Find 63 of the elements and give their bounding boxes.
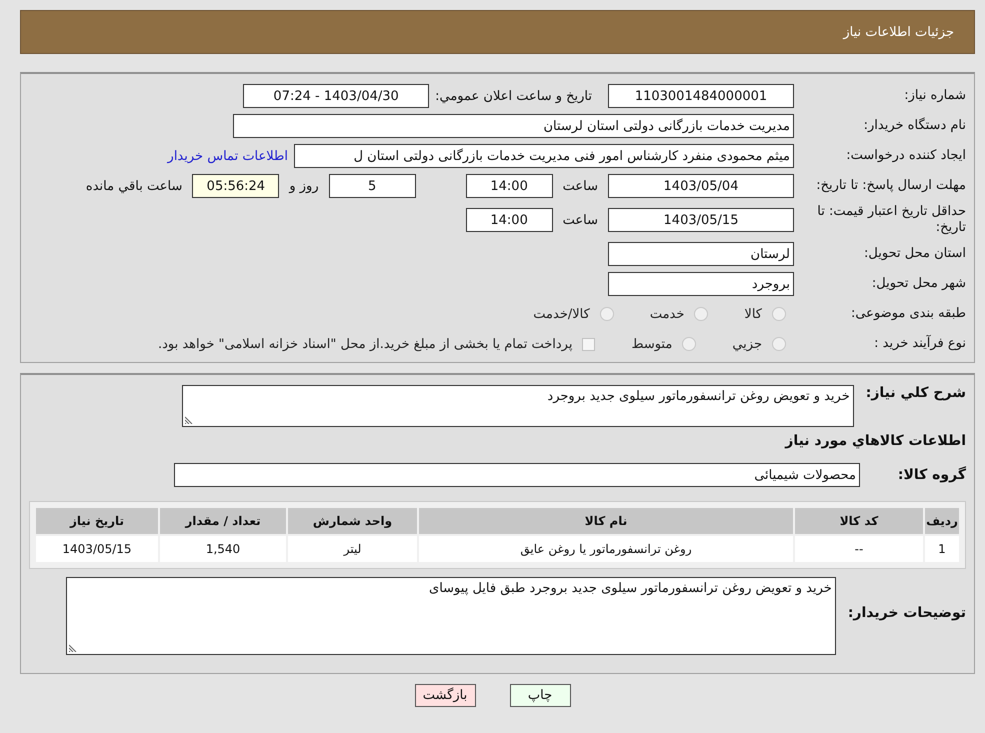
field-label: تاريخ و ساعت اعلان عمومي: xyxy=(435,88,592,104)
radio-button[interactable] xyxy=(682,337,696,351)
days-label: روز و xyxy=(289,178,319,194)
table-cell: روغن ترانسفورماتور یا روغن عایق xyxy=(419,536,793,562)
column-header: تاریخ نیاز xyxy=(36,508,158,534)
remaining-time-field[interactable]: 05:56:24 xyxy=(192,174,280,198)
time-label: ساعت xyxy=(562,212,598,228)
radio-button[interactable] xyxy=(772,307,786,321)
checkbox-label: پرداخت تمام یا بخشی از مبلغ خرید.از محل "اسناد خزانه اسلامی" خواهد بود. xyxy=(158,336,572,352)
field-label: استان محل تحویل: xyxy=(863,246,966,262)
deadline-time-field[interactable]: 14:00 xyxy=(466,174,553,198)
field-label: طبقه بندی موضوعی: xyxy=(850,306,966,322)
buyer-org-field[interactable]: مدیریت خدمات بازرگانی دولتی استان لرستان xyxy=(233,114,794,138)
column-header: نام کالا xyxy=(419,508,793,534)
table-cell: -- xyxy=(795,536,923,562)
column-header: واحد شمارش xyxy=(288,508,417,534)
field-label: نام دستگاه خریدار: xyxy=(862,118,966,134)
goods-group-field[interactable]: محصولات شیمیائی xyxy=(174,463,860,487)
province-field[interactable]: لرستان xyxy=(608,242,794,266)
resize-grip-icon[interactable] xyxy=(68,644,77,652)
section-heading: اطلاعات كالاهاي مورد نياز xyxy=(784,433,966,449)
table-cell: 1 xyxy=(925,536,959,562)
field-label: ایجاد کننده درخواست: xyxy=(845,148,966,164)
field-label: شماره نیاز: xyxy=(903,88,966,104)
need-number-field[interactable]: 1103001484000001 xyxy=(608,84,794,108)
field-label: شرح كلي نياز: xyxy=(866,385,966,401)
requester-field[interactable]: میثم محمودی منفرد کارشناس امور فنی مدیریت خدمات بازرگانی دولتی استان ل xyxy=(294,144,794,168)
radio-label: كالا xyxy=(744,306,762,322)
validity-date-field[interactable]: 1403/05/15 xyxy=(608,208,794,232)
validity-time-field[interactable]: 14:00 xyxy=(466,208,553,232)
field-label: گروه كالا: xyxy=(896,467,966,483)
remaining-label: ساعت باقي مانده xyxy=(86,178,182,194)
buyer-notes-field[interactable]: خرید و تعویض روغن ترانسفورماتور سیلوی جدید بروجرد طبق فایل پیوسای xyxy=(66,577,836,655)
action-button[interactable]: چاپ xyxy=(510,684,570,707)
field-label: شهر محل تحویل: xyxy=(870,276,966,292)
city-field[interactable]: بروجرد xyxy=(608,272,794,296)
field-label: حداقل تاریخ اعتبار قیمت: تا تاریخ: xyxy=(816,204,966,236)
radio-label: متوسط xyxy=(631,336,672,352)
radio-label: كالا/خدمت xyxy=(533,306,590,322)
resize-grip-icon[interactable] xyxy=(184,416,193,424)
column-header: ردیف xyxy=(925,508,959,534)
deadline-date-field[interactable]: 1403/05/04 xyxy=(608,174,794,198)
field-label: مهلت ارسال پاسخ: تا تاریخ: xyxy=(815,178,966,194)
buyer-contact-link[interactable]: اطلاعات تماس خریدار xyxy=(168,148,288,164)
field-label: نوع فرآیند خرید : xyxy=(873,336,966,352)
table-cell: 1403/05/15 xyxy=(36,536,158,562)
page-title: جزئیات اطلاعات نیاز xyxy=(843,24,954,40)
summary-field[interactable]: خرید و تعویض روغن ترانسفورماتور سیلوی جدید بروجرد xyxy=(182,385,854,427)
table-cell: لیتر xyxy=(288,536,417,562)
days-field[interactable]: 5 xyxy=(328,174,416,198)
radio-button[interactable] xyxy=(600,307,614,321)
field-label: توضیحات خریدار: xyxy=(848,605,966,621)
radio-button[interactable] xyxy=(772,337,786,351)
action-button[interactable]: بازگشت xyxy=(414,684,476,707)
announce-date-field[interactable]: 1403/04/30 - 07:24 xyxy=(243,84,430,108)
column-header: کد کالا xyxy=(795,508,923,534)
time-label: ساعت xyxy=(562,178,598,194)
checkbox[interactable] xyxy=(582,338,596,350)
column-header: تعداد / مقدار xyxy=(160,508,286,534)
table-cell: 1,540 xyxy=(160,536,286,562)
radio-label: خدمت xyxy=(650,306,684,322)
radio-button[interactable] xyxy=(694,307,708,321)
radio-label: جزيي xyxy=(732,336,762,352)
